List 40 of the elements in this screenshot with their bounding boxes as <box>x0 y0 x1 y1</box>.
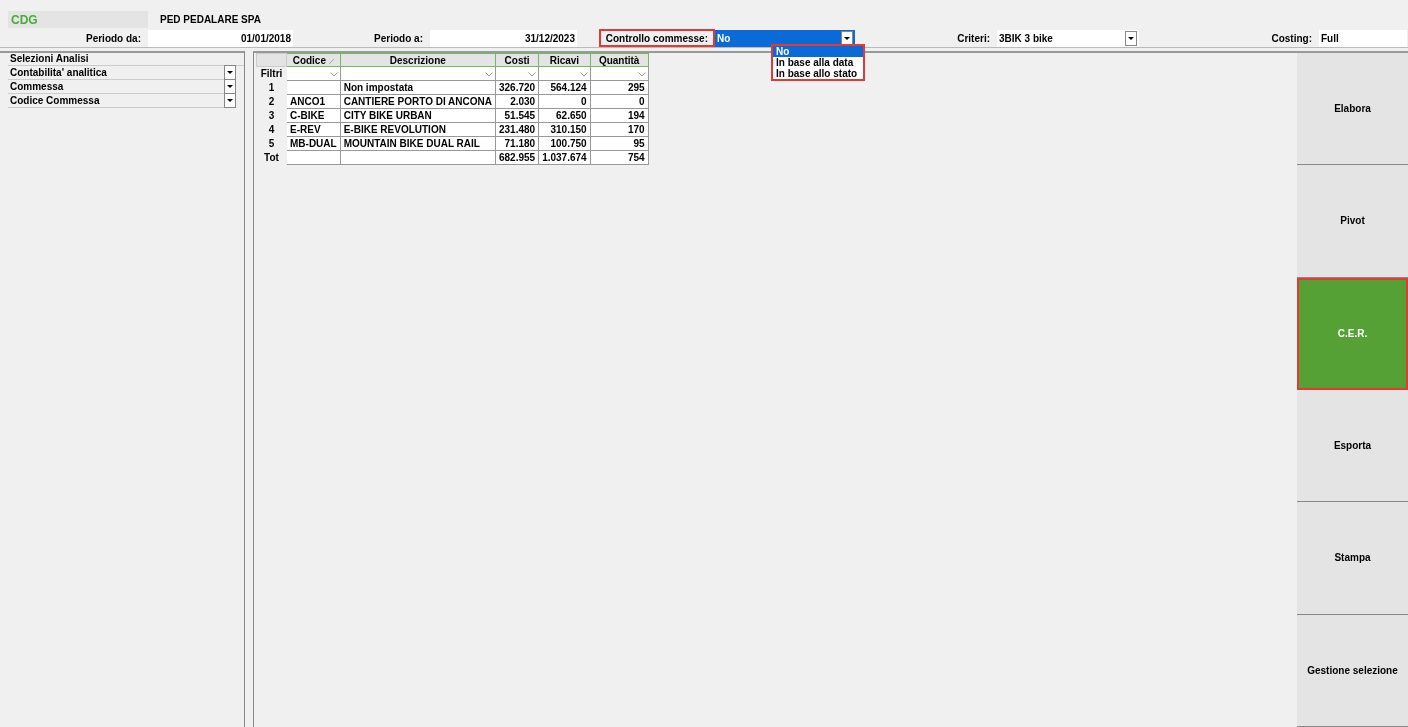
field-label: Costing: <box>1270 31 1313 46</box>
chevron-down-icon[interactable] <box>485 72 493 77</box>
action-button[interactable]: Gestione selezione <box>1297 614 1408 727</box>
corner-cell <box>256 53 287 67</box>
caret-down-icon <box>227 85 233 88</box>
chevron-down-icon[interactable] <box>528 72 537 77</box>
dropdown-button[interactable] <box>224 93 236 108</box>
field-label: Periodo a: <box>373 31 424 46</box>
column-header[interactable]: Ricavi <box>538 53 591 67</box>
caret-down-icon <box>227 71 233 74</box>
caret-down-icon <box>844 36 850 40</box>
field-label: Periodo da: <box>85 31 142 46</box>
action-button[interactable]: Pivot <box>1297 165 1408 278</box>
field-label: Criteri: <box>956 31 991 46</box>
input-field[interactable]: 01/01/2018 <box>148 29 293 47</box>
selection-item[interactable]: Commessa <box>10 81 64 92</box>
dropdown-option[interactable]: No <box>773 46 863 57</box>
dropdown-field[interactable]: 3BIK 3 bike <box>997 29 1139 47</box>
panel-title: Selezioni Analisi <box>8 53 244 66</box>
chevron-down-icon[interactable] <box>579 72 588 77</box>
selection-item[interactable]: Codice Commessa <box>10 95 100 106</box>
caret-down-icon <box>1128 36 1134 40</box>
column-header[interactable]: Costi <box>495 53 539 67</box>
app-code: CDG <box>8 11 148 28</box>
column-header[interactable]: Descrizione <box>340 53 496 67</box>
chevron-down-icon[interactable] <box>329 72 338 77</box>
chevron-down-icon[interactable] <box>637 72 646 77</box>
dropdown-field[interactable]: No <box>715 29 855 47</box>
sort-icon <box>329 58 334 64</box>
company-name: PED PEDALARE SPA <box>159 14 261 25</box>
column-header[interactable]: Codice <box>286 53 341 67</box>
selection-item[interactable]: Contabilita' analitica <box>10 67 107 78</box>
action-button[interactable]: Esporta <box>1297 390 1408 503</box>
input-field[interactable]: 31/12/2023 <box>430 29 577 47</box>
action-button[interactable]: Stampa <box>1297 502 1408 615</box>
caret-down-icon <box>227 99 233 102</box>
action-button[interactable]: Elabora <box>1297 53 1408 166</box>
column-header[interactable]: Quantità <box>590 53 649 67</box>
input-field[interactable]: Full <box>1319 29 1407 47</box>
field-label: Controllo commesse: <box>599 29 715 47</box>
